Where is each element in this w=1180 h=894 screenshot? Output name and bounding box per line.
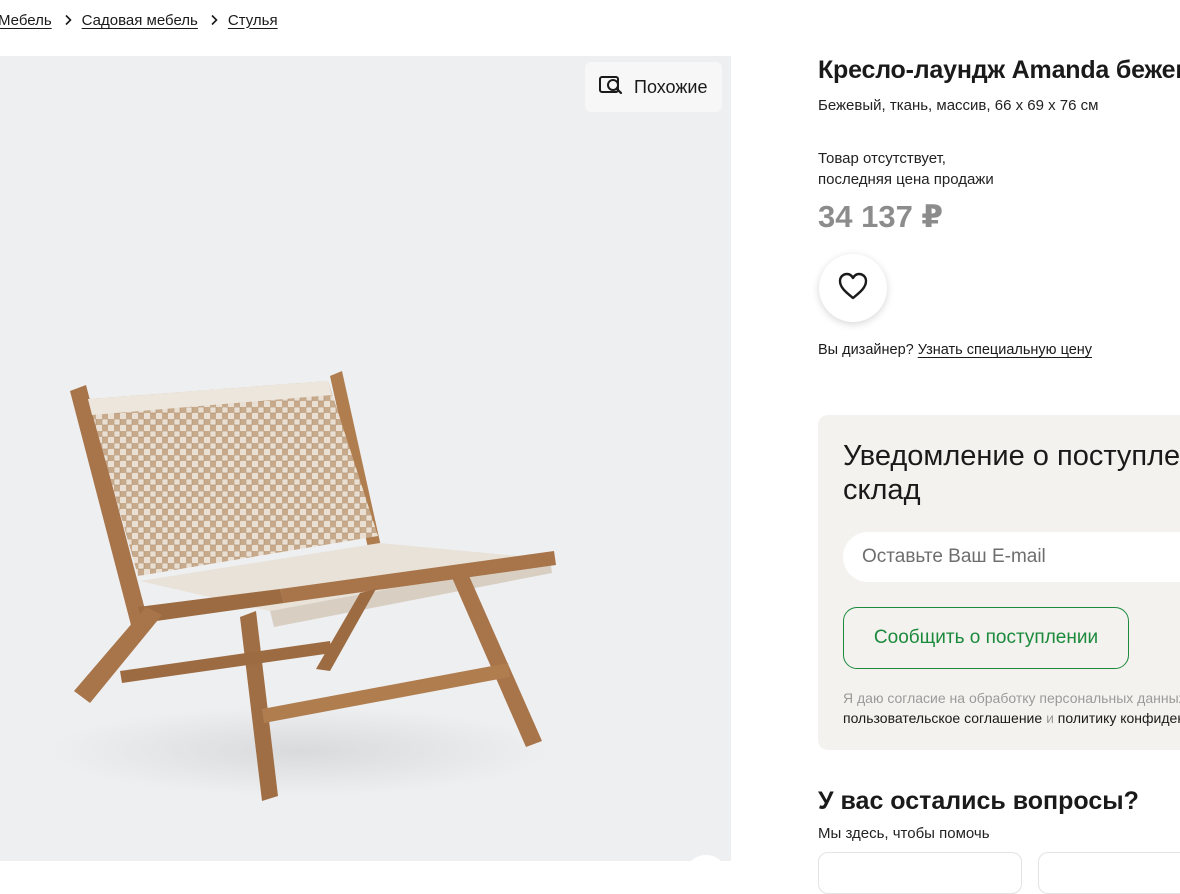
contact-option-card[interactable] <box>1038 852 1180 894</box>
chevron-right-icon <box>64 14 72 26</box>
gallery-nav-button[interactable] <box>684 855 728 861</box>
designer-prompt: Вы дизайнер? <box>818 342 914 358</box>
contact-option-card[interactable] <box>818 852 1022 894</box>
email-field[interactable] <box>843 532 1180 582</box>
questions-heading: У вас остались вопросы? <box>818 787 1139 815</box>
product-image <box>30 311 570 836</box>
product-price: 34 137 ₽ <box>818 199 943 234</box>
heart-icon <box>837 271 869 306</box>
last-price-label: последняя цена продажи <box>818 171 994 188</box>
breadcrumb: Мебель Садовая мебель Стулья <box>0 10 278 30</box>
product-title: Кресло-лаундж Amanda бежевый <box>818 56 1180 84</box>
notify-me-button[interactable]: Сообщить о поступлении <box>843 607 1129 669</box>
similar-products-label: Похожие <box>634 76 708 97</box>
consent-text: Я даю согласие на обработку персональных… <box>843 688 1180 728</box>
chevron-right-icon <box>210 14 218 26</box>
product-specs: Бежевый, ткань, массив, 66 x 69 x 76 см <box>818 97 1099 114</box>
notification-title-line: склад <box>843 474 921 506</box>
stock-notification-card: Уведомление о поступлении на склад Сообщ… <box>818 415 1180 750</box>
add-to-favorites-button[interactable] <box>819 254 887 322</box>
consent-and: и <box>1046 710 1054 726</box>
image-search-icon <box>598 73 624 102</box>
breadcrumb-link-furniture[interactable]: Мебель <box>0 12 52 29</box>
stock-status-line: Товар отсутствует, <box>818 150 946 167</box>
consent-line: Я даю согласие на обработку персональных… <box>843 690 1180 706</box>
questions-subtitle: Мы здесь, чтобы помочь <box>818 825 990 842</box>
notification-title: Уведомление о поступлении на склад <box>843 439 1180 507</box>
privacy-policy-link[interactable]: политику конфиденциальности <box>1058 710 1180 726</box>
similar-products-button[interactable]: Похожие <box>585 62 722 112</box>
stock-status: Товар отсутствует, последняя цена продаж… <box>818 148 994 190</box>
notification-title-line: Уведомление о поступлении на <box>843 440 1180 472</box>
designer-price-link[interactable]: Узнать специальную цену <box>918 342 1092 358</box>
breadcrumb-link-garden-furniture[interactable]: Садовая мебель <box>82 12 198 29</box>
product-gallery[interactable]: Похожие <box>0 56 731 861</box>
breadcrumb-link-chairs[interactable]: Стулья <box>228 12 278 29</box>
user-agreement-link[interactable]: пользовательское соглашение <box>843 710 1042 726</box>
designer-offer: Вы дизайнер? Узнать специальную цену <box>818 342 1092 358</box>
